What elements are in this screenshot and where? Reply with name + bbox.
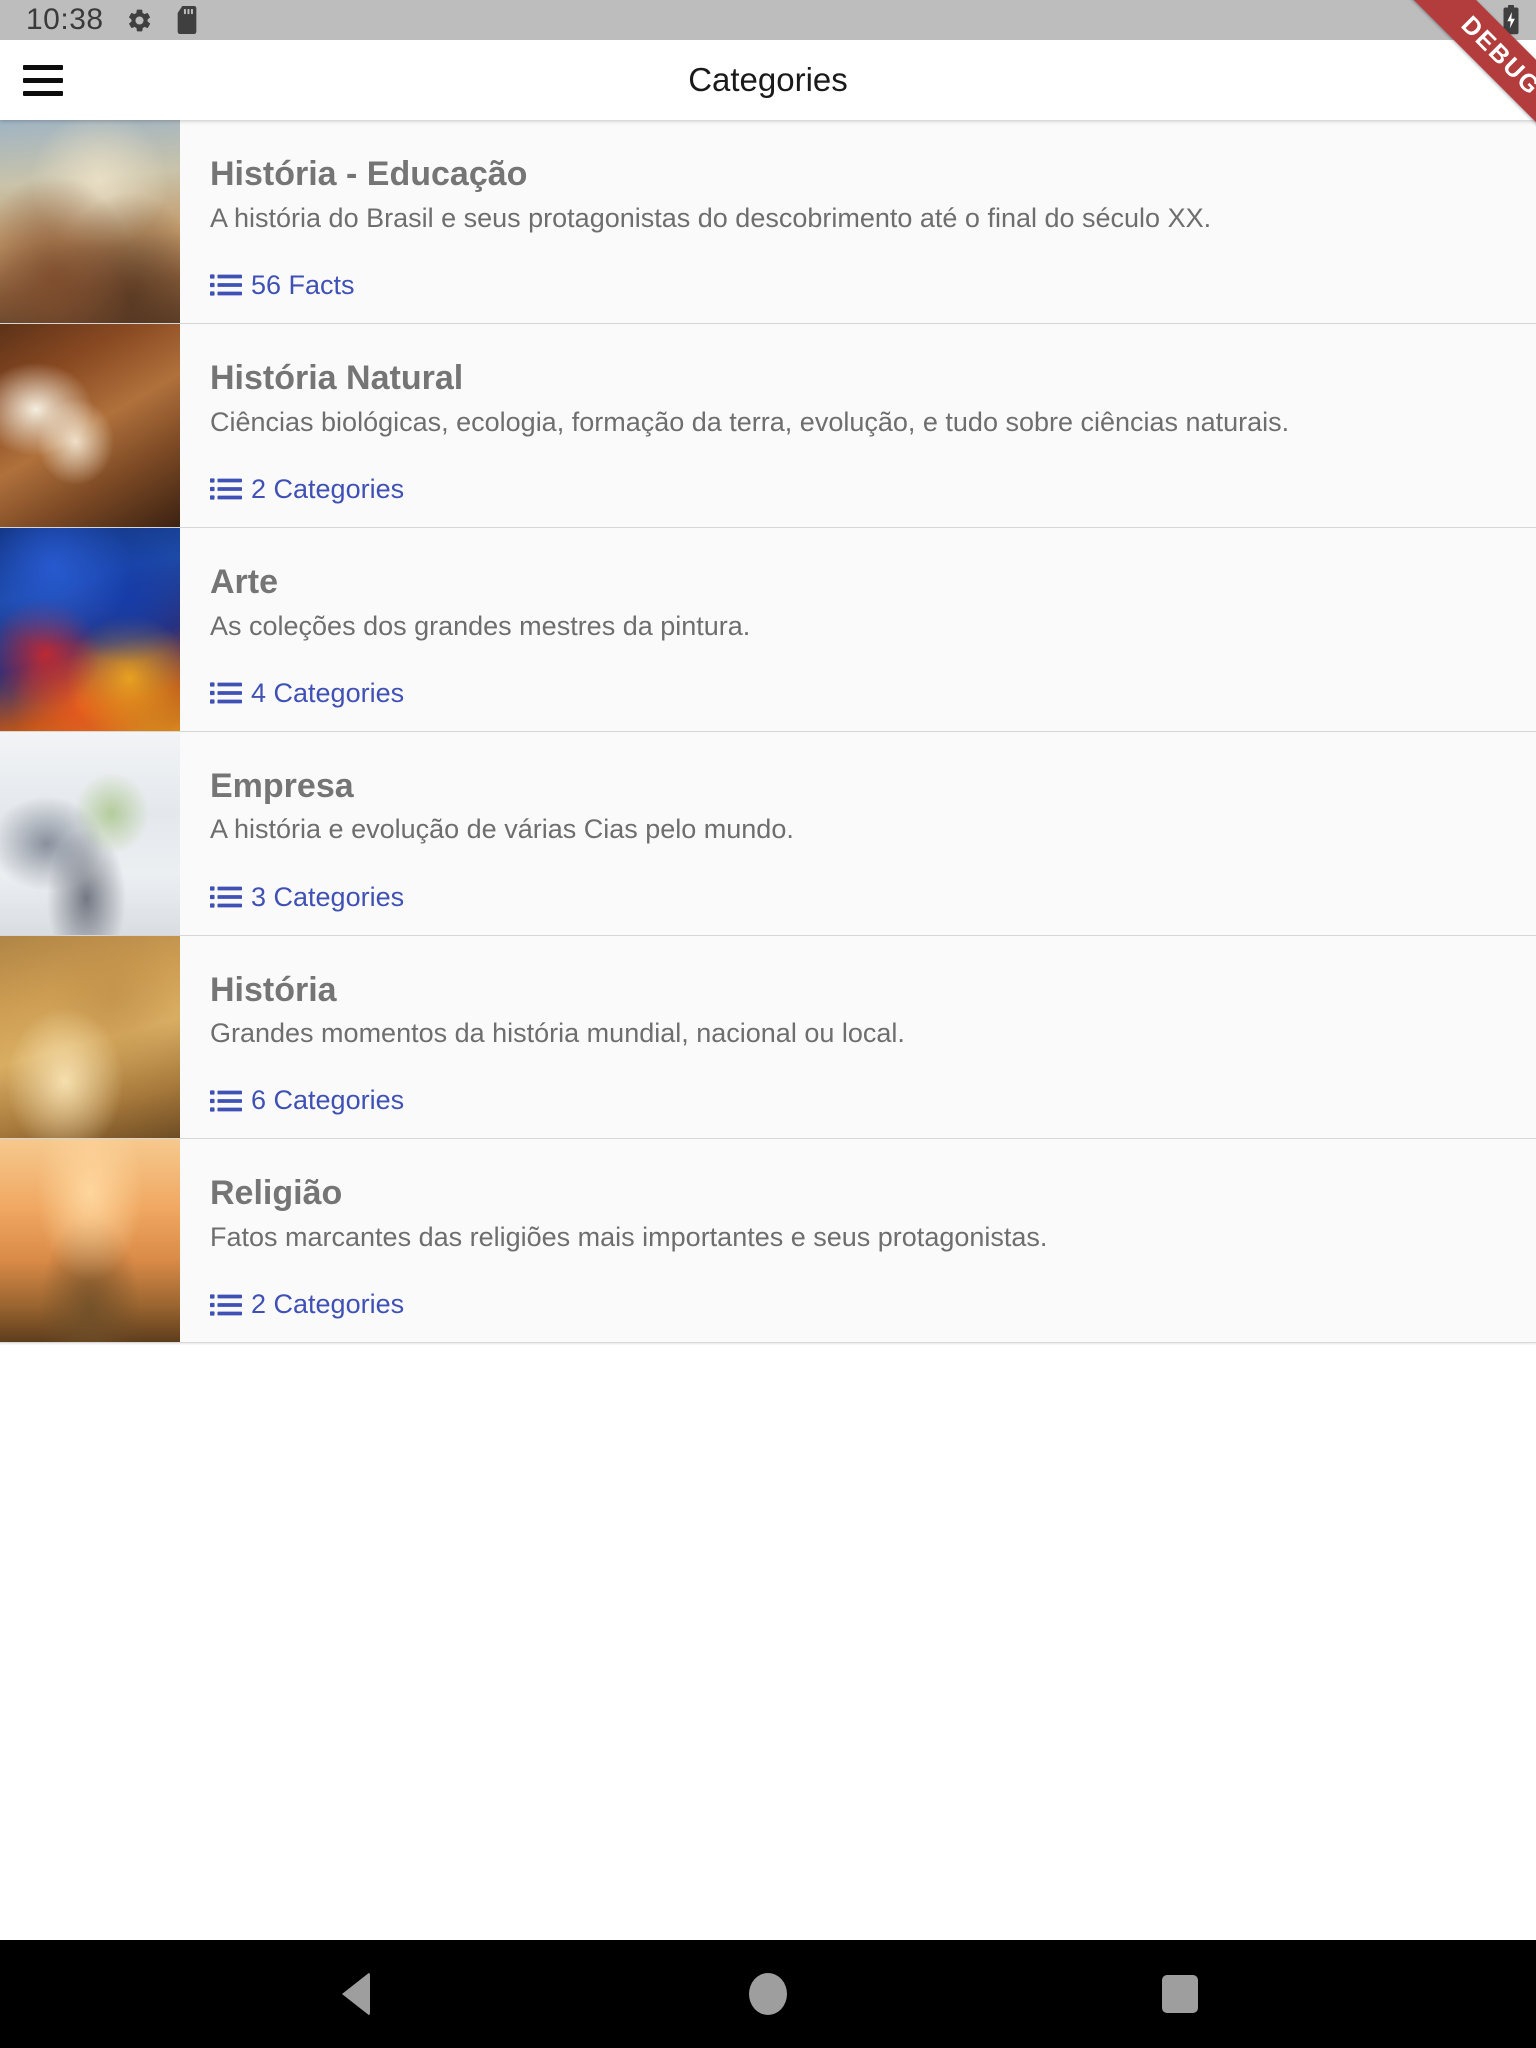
gear-icon	[126, 7, 153, 34]
home-circle-icon	[749, 1973, 787, 2015]
hamburger-menu-button[interactable]	[0, 40, 86, 120]
status-bar-left: 10:38	[26, 5, 199, 35]
category-count-label: 2 Categories	[251, 473, 405, 504]
status-clock: 10:38	[26, 3, 104, 36]
category-count-row[interactable]: 6 Categories	[210, 1087, 1506, 1114]
category-title: História - Educação	[210, 155, 528, 193]
category-title: Empresa	[210, 766, 354, 805]
list-icon	[210, 680, 242, 706]
status-bar-right	[1450, 5, 1520, 35]
thumbnail-historia-educacao	[0, 120, 180, 323]
app-root: 10:38 Categories DEBUG História - Educaç…	[0, 0, 1536, 2048]
category-description: Ciências biológicas, ecologia, formação …	[210, 406, 1290, 437]
category-count-label: 56 Facts	[251, 269, 355, 300]
category-card[interactable]: Arte As coleções dos grandes mestres da p…	[0, 527, 1536, 732]
category-count-row[interactable]: 56 Facts	[210, 269, 1506, 300]
battery-charging-icon	[1502, 5, 1520, 35]
category-count-row[interactable]: 2 Categories	[210, 473, 1506, 504]
list-icon	[210, 1088, 242, 1114]
recents-square-icon	[1162, 1975, 1198, 2013]
category-title: História Natural	[210, 358, 464, 397]
category-card[interactable]: História Natural Ciências biológicas, eco…	[0, 323, 1536, 528]
category-title: Religião	[210, 1174, 343, 1213]
list-icon	[210, 884, 242, 910]
thumbnail-historia-natural	[0, 323, 180, 527]
category-card[interactable]: História Grandes momentos da história mun…	[0, 935, 1536, 1140]
thumbnail-empresa	[0, 731, 180, 935]
category-card[interactable]: Religião Fatos marcantes das religiões ma…	[0, 1139, 1536, 1344]
category-title: História	[210, 970, 337, 1009]
category-card-body: Arte As coleções dos grandes mestres da p…	[180, 528, 1536, 731]
list-icon	[210, 1292, 242, 1318]
category-card-body: História Grandes momentos da história mun…	[180, 936, 1536, 1139]
category-count-label: 6 Categories	[251, 1085, 405, 1116]
sd-card-icon	[175, 6, 199, 34]
category-count-label: 2 Categories	[251, 1289, 405, 1320]
category-list[interactable]: História - Educação A história do Brasil …	[0, 120, 1536, 1940]
category-card[interactable]: Empresa A história e evolução de várias C…	[0, 731, 1536, 936]
nav-home-button[interactable]	[708, 1940, 828, 2048]
page-title: Categories	[688, 61, 848, 98]
category-count-row[interactable]: 3 Categories	[210, 881, 1506, 912]
category-title: Arte	[210, 562, 279, 601]
android-nav-bar	[0, 1940, 1536, 2048]
category-count-label: 3 Categories	[251, 881, 405, 912]
category-card-body: História Natural Ciências biológicas, eco…	[180, 324, 1536, 527]
wifi-icon	[1450, 7, 1484, 33]
list-icon	[210, 272, 242, 298]
category-count-label: 4 Categories	[251, 677, 405, 708]
thumbnail-arte	[0, 527, 180, 731]
nav-back-button[interactable]	[296, 1940, 416, 2048]
category-card-body: Religião Fatos marcantes das religiões ma…	[180, 1139, 1536, 1342]
back-triangle-icon	[342, 1972, 370, 2016]
category-description: As coleções dos grandes mestres da pintu…	[210, 610, 751, 641]
hamburger-menu-icon	[23, 64, 63, 96]
category-count-row[interactable]: 4 Categories	[210, 677, 1506, 708]
category-card[interactable]: História - Educação A história do Brasil …	[0, 120, 1536, 324]
category-description: Grandes momentos da história mundial, na…	[210, 1018, 905, 1049]
category-card-body: Empresa A história e evolução de várias C…	[180, 732, 1536, 935]
category-description: A história do Brasil e seus protagonista…	[210, 202, 1212, 233]
category-card-body: História - Educação A história do Brasil …	[180, 120, 1536, 323]
app-bar: Categories	[0, 40, 1536, 120]
list-icon	[210, 476, 242, 502]
thumbnail-religiao	[0, 1139, 180, 1343]
thumbnail-historia	[0, 935, 180, 1139]
status-bar: 10:38	[0, 0, 1536, 40]
category-count-row[interactable]: 2 Categories	[210, 1291, 1506, 1318]
nav-recents-button[interactable]	[1120, 1940, 1240, 2048]
category-description: Fatos marcantes das religiões mais impor…	[210, 1222, 1048, 1253]
category-description: A história e evolução de várias Cias pel…	[210, 814, 794, 845]
